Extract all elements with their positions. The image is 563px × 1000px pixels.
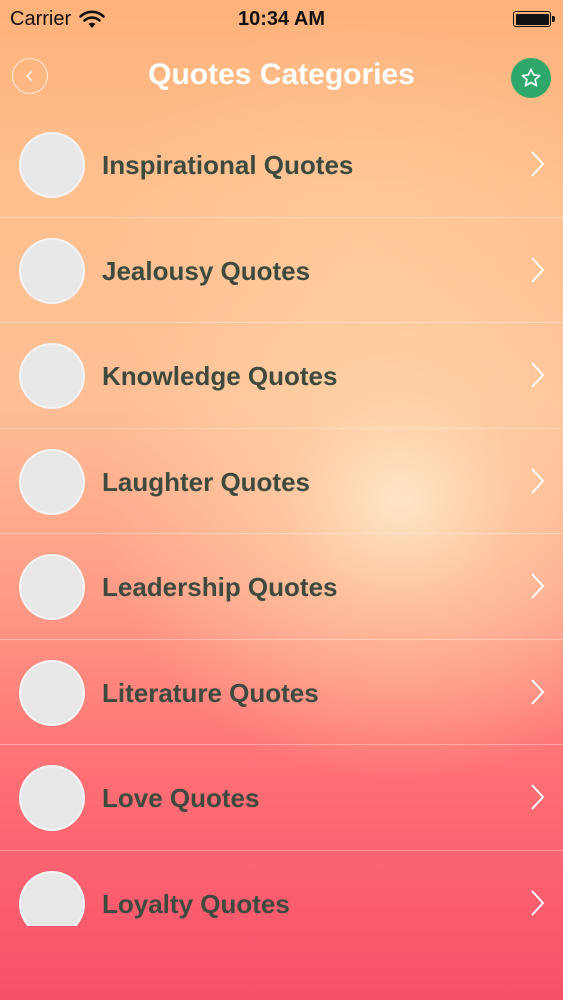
list-item[interactable]: Literature Quotes [0,640,563,745]
favorites-button[interactable] [511,58,551,98]
star-icon [521,68,541,87]
page-title: Quotes Categories [148,58,415,91]
chevron-right-icon [531,151,545,177]
category-thumbnail [19,765,85,831]
status-time: 10:34 AM [237,8,326,30]
category-label: Leadership Quotes [102,572,338,602]
status-bar: Carrier 10:34 AM [0,0,563,40]
category-thumbnail [19,448,85,515]
category-list: Inspirational Quotes Jealousy Quotes Kno… [0,112,563,926]
category-label: Loyalty Quotes [102,888,290,919]
category-label: Inspirational Quotes [102,150,354,180]
chevron-right-icon [531,678,545,705]
list-item[interactable]: Leadership Quotes [0,534,563,640]
category-thumbnail [19,870,85,926]
list-item[interactable]: Knowledge Quotes [0,323,563,429]
category-label: Jealousy Quotes [102,255,311,286]
list-item[interactable]: Inspirational Quotes [0,112,563,218]
chevron-right-icon [531,573,545,599]
list-item[interactable]: Laughter Quotes [0,429,563,534]
category-label: Knowledge Quotes [102,361,338,391]
category-label: Laughter Quotes [102,466,311,497]
chevron-right-icon [531,256,545,283]
category-thumbnail [19,237,85,304]
chevron-right-icon [531,889,545,916]
category-thumbnail [19,343,85,409]
chevron-right-icon [531,362,545,388]
battery-icon [513,11,555,27]
navigation-bar: Quotes Categories [0,40,563,112]
category-label: Love Quotes [102,783,260,813]
list-item[interactable]: Jealousy Quotes [0,218,563,323]
category-thumbnail [19,659,85,726]
chevron-right-icon [531,467,545,494]
chevron-right-icon [531,784,545,810]
category-label: Literature Quotes [102,677,319,708]
category-thumbnail [19,132,85,198]
list-item[interactable]: Love Quotes [0,745,563,851]
category-thumbnail [19,554,85,620]
list-item[interactable]: Loyalty Quotes [0,851,563,926]
